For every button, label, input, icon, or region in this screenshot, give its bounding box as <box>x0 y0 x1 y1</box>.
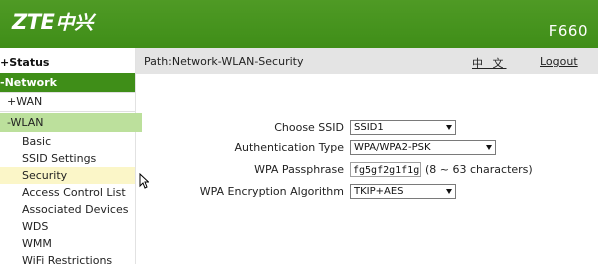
sidebar-item-wan[interactable]: +WAN <box>0 93 142 111</box>
auth-type-label: Authentication Type <box>234 141 344 154</box>
encryption-select[interactable]: TKIP+AES <box>350 184 456 199</box>
path-bar: Path:Network-WLAN-Security 中 文 Logout <box>136 48 598 74</box>
language-link[interactable]: 中 文 <box>472 55 507 71</box>
choose-ssid-label: Choose SSID <box>274 121 344 134</box>
logout-link[interactable]: Logout <box>540 55 578 68</box>
encryption-value: TKIP+AES <box>354 186 404 197</box>
passphrase-input[interactable]: fg5gf2g1f1g <box>350 162 421 177</box>
auth-type-select[interactable]: WPA/WPA2-PSK <box>350 140 496 155</box>
chevron-down-icon <box>446 189 452 194</box>
choose-ssid-select[interactable]: SSID1 <box>350 120 456 135</box>
passphrase-hint: (8 ~ 63 characters) <box>425 163 533 176</box>
sidebar-item-associated-devices[interactable]: Associated Devices <box>22 201 135 218</box>
sidebar-item-status[interactable]: +Status <box>0 53 135 73</box>
sidebar-nav: +Status -Network +WAN -WLAN Basic SSID S… <box>0 48 142 267</box>
logo-brand-cn: 中兴 <box>55 12 94 34</box>
sidebar-item-wmm[interactable]: WMM <box>22 235 135 252</box>
header-bar: ZTE中兴 F660 <box>0 0 598 48</box>
sidebar-item-wifi-restrictions[interactable]: WiFi Restrictions <box>22 252 135 269</box>
mouse-pointer-icon <box>139 173 149 189</box>
chevron-down-icon <box>446 125 452 130</box>
breadcrumb: Path:Network-WLAN-Security <box>144 55 304 68</box>
chevron-down-icon <box>486 145 492 150</box>
choose-ssid-value: SSID1 <box>354 122 384 133</box>
zte-logo: ZTE中兴 <box>12 8 93 36</box>
sidebar-item-network[interactable]: -Network <box>0 73 135 92</box>
sidebar-item-wds[interactable]: WDS <box>22 218 135 235</box>
device-model: F660 <box>548 22 588 40</box>
sidebar-divider <box>0 111 135 112</box>
auth-type-value: WPA/WPA2-PSK <box>354 142 431 153</box>
logo-brand-latin: ZTE <box>12 10 55 34</box>
